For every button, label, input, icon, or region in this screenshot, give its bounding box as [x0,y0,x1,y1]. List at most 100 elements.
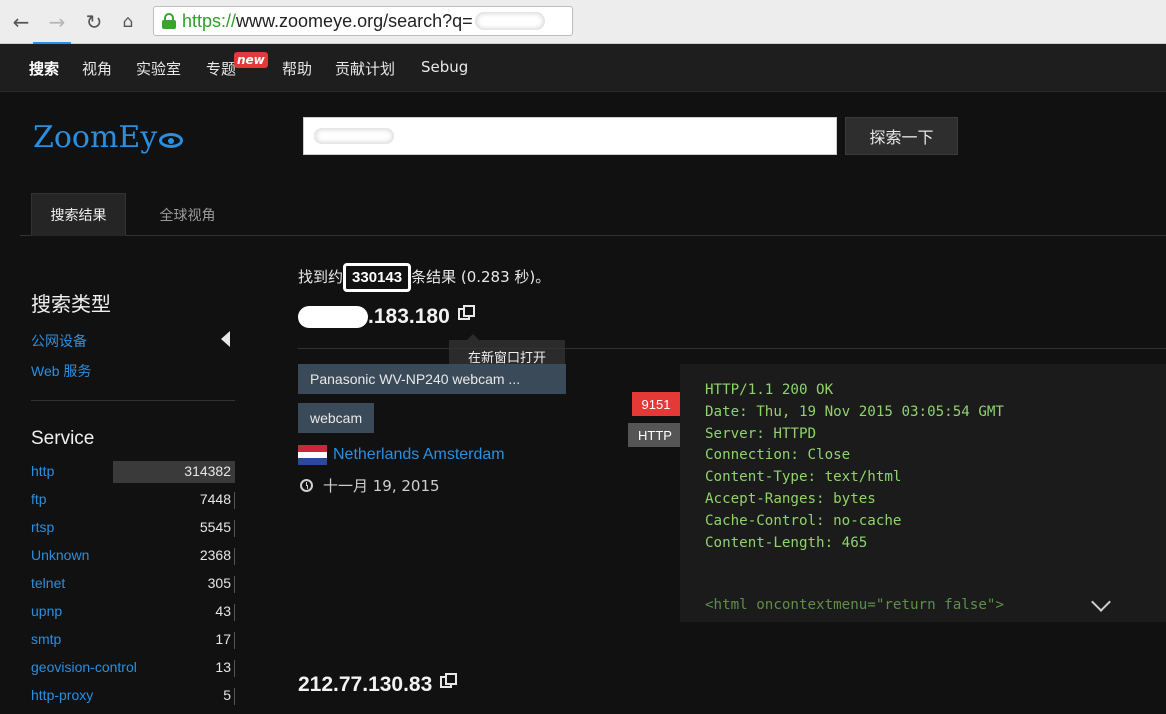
nav-lab[interactable]: 实验室 [136,58,181,79]
service-name[interactable]: rtsp [31,519,54,535]
service-row[interactable]: http 314382 [31,461,235,483]
url-scheme: https:// [182,10,237,31]
result-count: 330143 [343,263,412,292]
search-type-heading: 搜索类型 [31,292,111,316]
service-row[interactable]: http-proxy 5 [31,685,235,707]
banner-line: Connection: Close [705,447,851,464]
caret-left-icon [221,331,230,347]
external-link-icon[interactable] [440,673,458,688]
service-name[interactable]: http [31,463,54,479]
service-count: 5 [223,687,231,703]
sidebar-item-devices[interactable]: 公网设备 [31,331,87,351]
service-count: 43 [215,603,231,619]
search-input[interactable] [303,117,837,155]
result-ip-link-2[interactable]: 212.77.130.83 [298,673,458,697]
service-name[interactable]: ftp [31,491,47,507]
service-count: 305 [207,575,231,591]
service-row[interactable]: ftp 7448 [31,489,235,511]
nav-sebug[interactable]: Sebug [421,58,468,76]
service-row[interactable]: Unknown 2368 [31,545,235,567]
service-row[interactable]: upnp 43 [31,601,235,623]
service-tick [234,520,235,537]
banner-text: HTTP/1.1 200 OK Date: Thu, 19 Nov 2015 03… [705,380,1004,554]
search-button[interactable]: 探索一下 [845,117,958,155]
clock-icon [300,479,313,492]
chevron-down-icon[interactable] [1091,592,1111,612]
nav-help[interactable]: 帮助 [282,58,312,79]
zoomeye-logo[interactable]: ZoomEy [33,120,184,155]
service-heading: Service [31,428,95,449]
service-tick [234,548,235,565]
banner-line: Cache-Control: no-cache [705,512,902,529]
service-tick [234,576,235,593]
banner-line: HTTP/1.1 200 OK [705,382,834,398]
redacted-ip [298,306,368,328]
service-count: 5545 [199,519,231,535]
address-bar[interactable]: https://www.zoomeye.org/search?q= [153,6,573,36]
service-tick [234,688,235,705]
top-navigation: 搜索 视角 实验室 专题 new 帮助 贡献计划 Sebug [0,44,1166,92]
banner-line: Accept-Ranges: bytes [705,490,876,507]
service-tick [234,492,235,509]
forward-arrow-icon[interactable]: → [44,9,70,35]
service-row[interactable]: smtp 17 [31,629,235,651]
service-name[interactable]: http-proxy [31,687,93,703]
service-tick [234,632,235,649]
reload-icon[interactable]: ↻ [81,9,107,35]
service-tick [234,604,235,621]
sidebar-divider [31,400,235,401]
tab-search-results[interactable]: 搜索结果 [31,193,126,236]
summary-suffix: 条结果 (0.283 秒)。 [411,268,551,286]
service-name[interactable]: geovision-control [31,659,137,675]
redacted-query [314,128,394,144]
eye-icon [159,133,184,148]
service-count: 13 [215,659,231,675]
home-icon[interactable]: ⌂ [115,9,141,35]
url-text: www.zoomeye.org/search?q= [236,10,473,31]
service-name[interactable]: Unknown [31,547,89,563]
banner-line: Date: Thu, 19 Nov 2015 03:05:54 GMT [705,403,1004,420]
result-divider [298,348,1166,349]
summary-prefix: 找到约 [298,268,344,286]
logo-text: ZoomEy [33,120,158,155]
external-link-icon[interactable] [457,305,475,320]
scan-date: 十一月 19, 2015 [300,475,440,496]
sidebar-item-web-services[interactable]: Web 服务 [31,361,91,381]
new-badge: new [234,52,268,68]
title-tag[interactable]: Panasonic WV-NP240 webcam ... [298,364,566,394]
ip-text: .183.180 [368,305,450,328]
back-arrow-icon[interactable]: ← [8,9,34,35]
banner-tail: <html oncontextmenu="return false"> [705,597,1004,613]
browser-toolbar: ← → ↻ ⌂ https://www.zoomeye.org/search?q… [0,0,1166,46]
service-count: 17 [215,631,231,647]
ip-text-2: 212.77.130.83 [298,673,433,696]
service-name[interactable]: smtp [31,631,61,647]
netherlands-flag-icon [298,445,327,466]
service-name[interactable]: upnp [31,603,62,619]
banner-line: Content-Length: 465 [705,534,868,551]
nav-contribute[interactable]: 贡献计划 [335,58,395,79]
service-count: 2368 [199,547,231,563]
nav-topics[interactable]: 专题 [206,58,236,79]
tab-global-view[interactable]: 全球视角 [140,193,235,236]
redacted-query [474,12,545,30]
location-link[interactable]: Netherlands Amsterdam [298,445,505,466]
service-tick [234,660,235,677]
service-row[interactable]: telnet 305 [31,573,235,595]
banner-line: Server: HTTPD [705,425,817,442]
nav-perspective[interactable]: 视角 [82,58,112,79]
device-tag[interactable]: webcam [298,403,375,433]
protocol-badge: HTTP [628,423,690,447]
service-row[interactable]: geovision-control 13 [31,657,235,679]
nav-search[interactable]: 搜索 [29,58,59,79]
location-text: Netherlands Amsterdam [333,446,505,463]
result-ip-link[interactable]: .183.180 [298,305,475,329]
service-count: 7448 [199,491,231,507]
service-name[interactable]: telnet [31,575,65,591]
result-summary: 找到约 330143 条结果 (0.283 秒)。 [298,263,550,292]
banner-line: Content-Type: text/html [705,469,902,486]
port-badge: 9151 [632,392,688,416]
banner-panel: HTTP/1.1 200 OK Date: Thu, 19 Nov 2015 03… [680,364,1166,622]
service-row[interactable]: rtsp 5545 [31,517,235,539]
date-text: 十一月 19, 2015 [323,477,440,495]
